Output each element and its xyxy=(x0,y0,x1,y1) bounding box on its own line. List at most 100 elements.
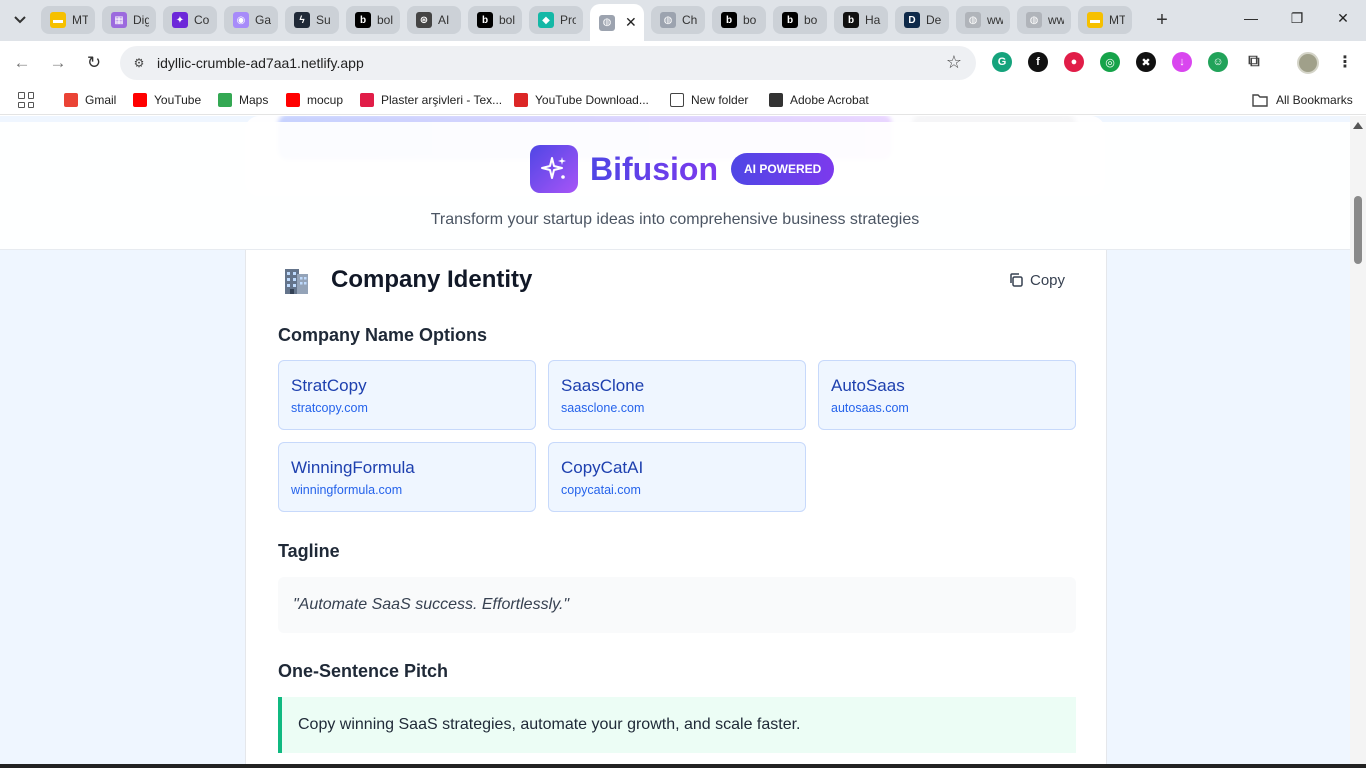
globe-extension-icon[interactable]: ◎ xyxy=(1100,52,1120,72)
browser-tab[interactable]: ◆ Pro xyxy=(529,6,583,34)
browser-tab[interactable]: D De xyxy=(895,6,949,34)
tab-title: Pro xyxy=(560,13,576,27)
tab-favicon-icon: ◉ xyxy=(233,12,249,28)
tab-search-button[interactable] xyxy=(8,8,32,32)
bookmark-label: Maps xyxy=(239,93,269,107)
bookmark-item[interactable]: Plaster arşivleri - Tex... xyxy=(360,91,502,109)
folder-icon xyxy=(1252,94,1268,107)
tab-title: Ga xyxy=(255,13,271,27)
puzzle-icon[interactable]: ⧉ xyxy=(1244,52,1264,72)
browser-tab[interactable]: ◍ ww xyxy=(956,6,1010,34)
color-wheel-icon[interactable]: ● xyxy=(1064,52,1084,72)
tab-title: De xyxy=(926,13,942,27)
browser-tab[interactable]: b bo xyxy=(712,6,766,34)
bookmark-icon xyxy=(360,93,374,107)
company-name: SaasClone xyxy=(561,376,645,395)
download-extension-icon[interactable]: ↓ xyxy=(1172,52,1192,72)
browser-toolbar: ← → ↻ ⚙ idyllic-crumble-ad7aa1.netlify.a… xyxy=(0,41,1366,85)
ninja-icon[interactable]: ✖ xyxy=(1136,52,1156,72)
name-option-card[interactable]: AutoSaas autosaas.com xyxy=(818,360,1076,430)
bookmark-item[interactable]: mocup xyxy=(286,91,343,109)
browser-tab[interactable]: b bol xyxy=(468,6,522,34)
company-domain: stratcopy.com xyxy=(291,401,368,415)
bookmark-item[interactable]: Maps xyxy=(218,91,268,109)
minimize-button[interactable]: — xyxy=(1241,10,1261,26)
tab-title: bo xyxy=(804,13,818,27)
close-tab-icon[interactable]: ✕ xyxy=(625,14,637,31)
tab-favicon-icon: D xyxy=(904,12,920,28)
scrollbar-thumb[interactable] xyxy=(1354,196,1362,264)
browser-tab[interactable]: ⊛ AI xyxy=(407,6,461,34)
browser-tab[interactable]: b bo xyxy=(773,6,827,34)
all-bookmarks-label: All Bookmarks xyxy=(1276,93,1353,107)
bookmark-item[interactable]: New folder xyxy=(670,91,748,109)
address-bar[interactable]: ⚙ idyllic-crumble-ad7aa1.netlify.app ☆ xyxy=(120,46,976,80)
site-info-icon[interactable]: ⚙ xyxy=(130,54,148,72)
chevron-down-icon xyxy=(14,16,26,24)
close-window-button[interactable]: ✕ xyxy=(1333,10,1353,27)
browser-tab[interactable]: b Ha xyxy=(834,6,888,34)
browser-tab[interactable]: ✦ Co xyxy=(163,6,217,34)
browser-tab[interactable]: ϟ Su xyxy=(285,6,339,34)
name-option-card[interactable]: CopyCatAI copycatai.com xyxy=(548,442,806,512)
android-icon[interactable]: ☺ xyxy=(1208,52,1228,72)
bookmark-label: Adobe Acrobat xyxy=(790,93,869,107)
browser-menu-icon[interactable]: ⋮ xyxy=(1337,52,1353,72)
bookmark-icon xyxy=(514,93,528,107)
bookmark-item[interactable]: Gmail xyxy=(64,91,116,109)
browser-tab[interactable]: ▬ MT xyxy=(41,6,95,34)
bookmark-icon xyxy=(670,93,684,107)
ai-powered-badge: AI POWERED xyxy=(730,153,835,185)
tab-title: Co xyxy=(194,13,210,27)
pitch-heading: One-Sentence Pitch xyxy=(278,661,449,681)
font-icon[interactable]: f xyxy=(1028,52,1048,72)
tab-title: ww xyxy=(987,13,1003,27)
restore-button[interactable]: ❐ xyxy=(1287,10,1307,27)
browser-tab[interactable]: ◍ ww xyxy=(1017,6,1071,34)
copy-button[interactable]: Copy xyxy=(1008,270,1065,290)
company-domain: copycatai.com xyxy=(561,483,641,497)
sparkles-logo-icon xyxy=(530,145,578,193)
apps-icon[interactable] xyxy=(18,92,34,108)
browser-tab[interactable]: ◍ Ch xyxy=(651,6,705,34)
tab-title: Ch xyxy=(682,13,698,27)
tab-title: ww xyxy=(1048,13,1064,27)
tab-favicon-icon: ◆ xyxy=(538,12,554,28)
reload-button[interactable]: ↻ xyxy=(82,51,106,75)
browser-tab[interactable]: ◉ Ga xyxy=(224,6,278,34)
bookmark-item[interactable]: Adobe Acrobat xyxy=(769,91,869,109)
new-tab-button[interactable]: + xyxy=(1150,8,1174,32)
browser-tab[interactable]: ▬ MT xyxy=(1078,6,1132,34)
back-button[interactable]: ← xyxy=(10,51,34,75)
tab-title: Dig xyxy=(133,13,149,27)
bookmark-item[interactable]: YouTube Download... xyxy=(514,91,649,109)
tab-favicon-icon: b xyxy=(843,12,859,28)
name-option-card[interactable]: StratCopy stratcopy.com xyxy=(278,360,536,430)
name-option-card[interactable]: SaasClone saasclone.com xyxy=(548,360,806,430)
tagline-heading: Tagline xyxy=(278,541,340,561)
name-option-card[interactable]: WinningFormula winningformula.com xyxy=(278,442,536,512)
bookmark-item[interactable]: YouTube xyxy=(133,91,201,109)
bookmark-label: Gmail xyxy=(85,93,117,107)
bookmark-star-icon[interactable]: ☆ xyxy=(946,52,962,73)
browser-tab[interactable]: b bol xyxy=(346,6,400,34)
tab-favicon-icon: ⊛ xyxy=(416,12,432,28)
url-text[interactable]: idyllic-crumble-ad7aa1.netlify.app xyxy=(157,55,364,71)
tab-favicon-icon: b xyxy=(477,12,493,28)
browser-tab[interactable]: ▦ Dig xyxy=(102,6,156,34)
tab-favicon-icon: b xyxy=(721,12,737,28)
company-name: StratCopy xyxy=(291,376,367,395)
card-title: Company Identity xyxy=(331,266,533,293)
page-scrollbar[interactable] xyxy=(1350,116,1366,768)
profile-avatar[interactable] xyxy=(1297,52,1319,74)
tab-favicon-icon: ◍ xyxy=(1026,12,1042,28)
grammarly-icon[interactable]: G xyxy=(992,52,1012,72)
bookmark-icon xyxy=(218,93,232,107)
tagline-box: "Automate SaaS success. Effortlessly." xyxy=(278,577,1076,633)
browser-tab[interactable]: ◍ ✕ xyxy=(590,4,644,41)
forward-button[interactable]: → xyxy=(46,51,70,75)
all-bookmarks-button[interactable]: All Bookmarks xyxy=(1252,91,1353,109)
tab-title: bol xyxy=(499,13,515,27)
tab-favicon-icon: ✦ xyxy=(172,12,188,28)
scroll-up-arrow[interactable] xyxy=(1353,122,1363,129)
